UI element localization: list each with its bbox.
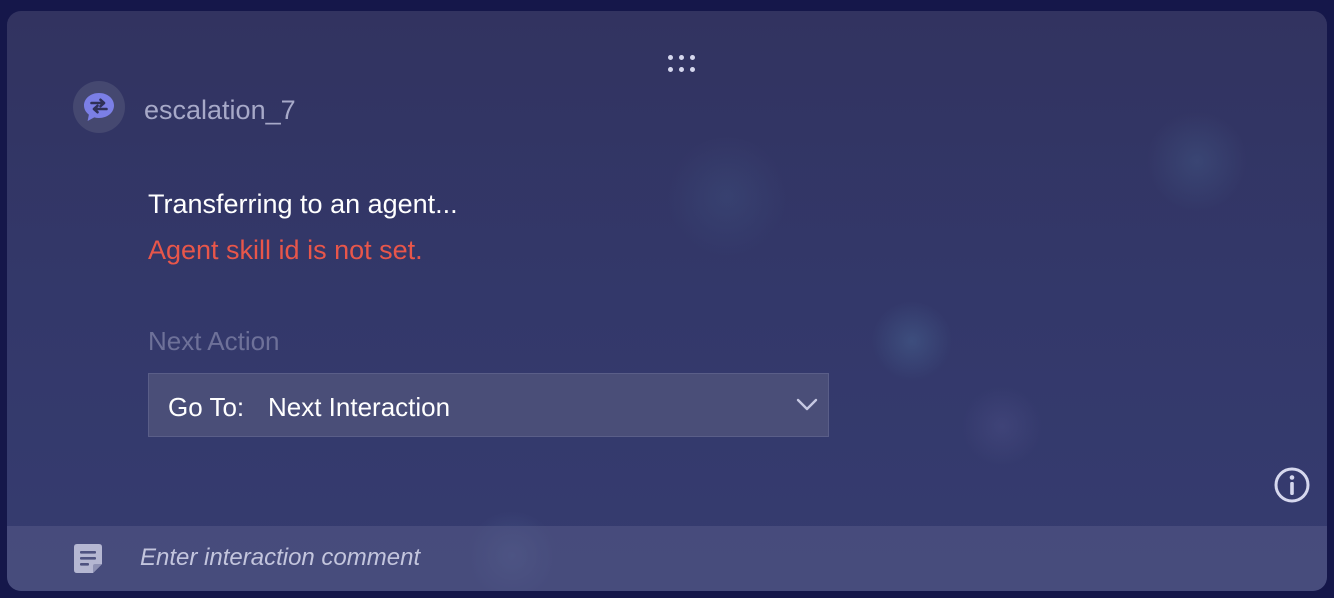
comment-note-icon	[74, 544, 102, 573]
next-action-label: Next Action	[148, 326, 280, 356]
select-prefix: Go To:	[168, 392, 245, 422]
node-name: escalation_7	[144, 95, 296, 125]
chat-transfer-icon	[73, 81, 125, 133]
info-icon[interactable]	[1273, 466, 1311, 504]
next-action-select[interactable]: Go To: Next Interaction	[148, 373, 829, 437]
interaction-card: escalation_7 Transferring to an agent...…	[7, 11, 1327, 591]
chevron-down-icon	[796, 398, 818, 411]
select-value: Next Interaction	[268, 392, 451, 422]
comment-bar	[7, 526, 1327, 591]
interaction-comment-input[interactable]	[140, 540, 1240, 576]
error-message: Agent skill id is not set.	[148, 235, 423, 265]
drag-handle-icon[interactable]	[667, 54, 699, 76]
transfer-message: Transferring to an agent...	[148, 189, 458, 219]
